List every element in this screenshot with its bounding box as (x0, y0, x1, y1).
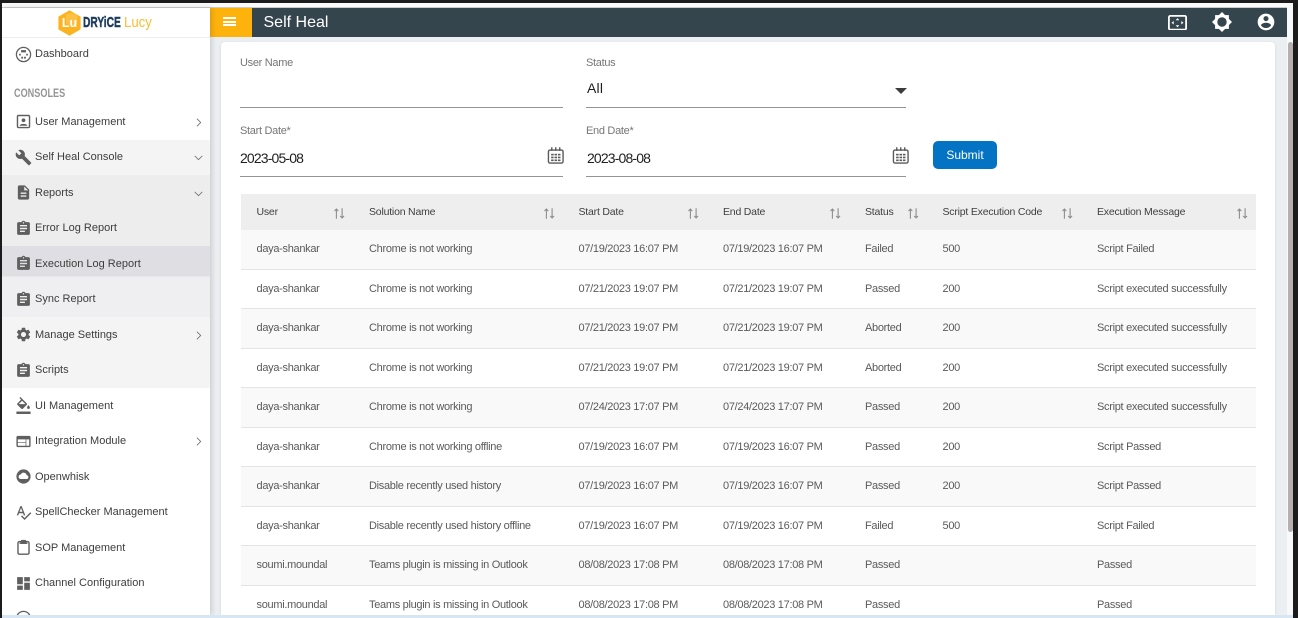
svg-text:Lu: Lu (62, 16, 77, 30)
